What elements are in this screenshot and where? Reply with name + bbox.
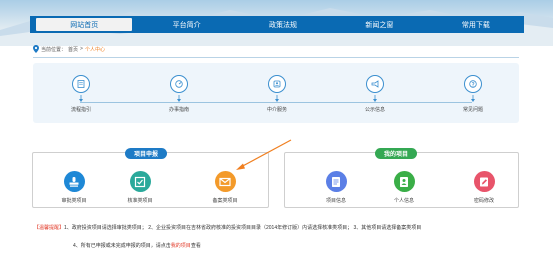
envelope-icon <box>214 171 236 192</box>
main-nav: 网站首页 平台简介 政策法规 新闻之窗 常用下载 <box>30 16 524 33</box>
breadcrumb: 当前位置： 首页 > 个人中心 <box>33 44 105 54</box>
edit-icon <box>473 171 495 192</box>
flow-guide-icon <box>72 75 90 93</box>
agency-service-icon <box>268 75 286 93</box>
service-label: 办事指南 <box>168 107 189 113</box>
service-guide-icon <box>170 75 188 93</box>
service-label: 公示信息 <box>364 107 385 113</box>
announcement-icon <box>366 75 384 93</box>
project-report-title: 项目申报 <box>125 148 168 159</box>
id-card-icon <box>393 171 415 192</box>
nav-item-4[interactable]: 常用下载 <box>428 16 524 33</box>
reminder-text-1: 1、政府投资项目请选择审批类项目； 2、企业投资项目在吉林省政府核准的投资项目目… <box>64 225 422 231</box>
service-panel: 流程指引 办事指南 中介服务 公示信息 常见问题 <box>33 63 519 123</box>
reminder-text-2-prefix: 4、所有已申报或未完成申报的项目，请点击 <box>73 243 171 249</box>
breadcrumb-home[interactable]: 首页 <box>68 46 78 53</box>
service-label: 中介服务 <box>266 107 287 113</box>
breadcrumb-current: 个人中心 <box>84 46 105 53</box>
project-report-item-2[interactable]: 备案类项目 <box>203 171 247 204</box>
service-step-3[interactable]: 公示信息 <box>355 75 395 113</box>
down-arrow-icon <box>177 95 181 102</box>
down-arrow-icon <box>79 95 83 102</box>
question-icon <box>464 75 482 93</box>
service-step-1[interactable]: 办事指南 <box>159 75 199 113</box>
tile-label: 项目信息 <box>325 198 346 204</box>
check-icon <box>129 171 151 192</box>
project-report-box: 项目申报 审批类项目 核准类项目 备案类项目 <box>32 148 269 208</box>
tile-label: 备案类项目 <box>212 198 238 204</box>
nav-item-0[interactable]: 网站首页 <box>36 18 133 31</box>
my-projects-item-2[interactable]: 密码修改 <box>462 171 506 204</box>
tile-label: 审批类项目 <box>61 198 87 204</box>
location-pin-icon <box>33 45 39 53</box>
my-projects-item-0[interactable]: 项目信息 <box>314 171 358 204</box>
service-step-0[interactable]: 流程指引 <box>61 75 101 113</box>
project-report-item-1[interactable]: 核准类项目 <box>118 171 162 204</box>
project-report-item-0[interactable]: 审批类项目 <box>52 171 96 204</box>
tile-label: 个人信息 <box>393 198 414 204</box>
service-step-2[interactable]: 中介服务 <box>257 75 297 113</box>
nav-item-1[interactable]: 平台简介 <box>138 16 234 33</box>
service-label: 常见问题 <box>462 107 483 113</box>
my-projects-item-1[interactable]: 个人信息 <box>382 171 426 204</box>
down-arrow-icon <box>373 95 377 102</box>
breadcrumb-prefix: 当前位置： <box>41 46 67 53</box>
down-arrow-icon <box>471 95 475 102</box>
reminder-notes: 【温馨提醒】1、政府投资项目请选择审批类项目； 2、企业投资项目在吉林省政府核准… <box>34 224 522 232</box>
tile-label: 核准类项目 <box>127 198 153 204</box>
my-projects-box: 我的项目 项目信息 个人信息 密码修改 <box>284 148 519 208</box>
my-projects-link[interactable]: 我的项目 <box>171 243 191 249</box>
service-label: 流程指引 <box>70 107 91 113</box>
reminder-text-2-suffix: 查看 <box>190 243 201 249</box>
reminder-label: 【温馨提醒】 <box>34 225 65 231</box>
nav-item-2[interactable]: 政策法规 <box>235 16 331 33</box>
tile-label: 密码修改 <box>473 198 494 204</box>
header-divider <box>33 57 519 58</box>
down-arrow-icon <box>275 95 279 102</box>
my-projects-title: 我的项目 <box>375 148 418 159</box>
stamp-icon <box>63 171 85 192</box>
nav-item-3[interactable]: 新闻之窗 <box>331 16 427 33</box>
document-icon <box>325 171 347 192</box>
breadcrumb-separator: > <box>80 46 83 52</box>
reminder-line-2: 4、所有已申报或未完成申报的项目，请点击我的项目查看 <box>73 242 201 249</box>
service-step-4[interactable]: 常见问题 <box>453 75 493 113</box>
